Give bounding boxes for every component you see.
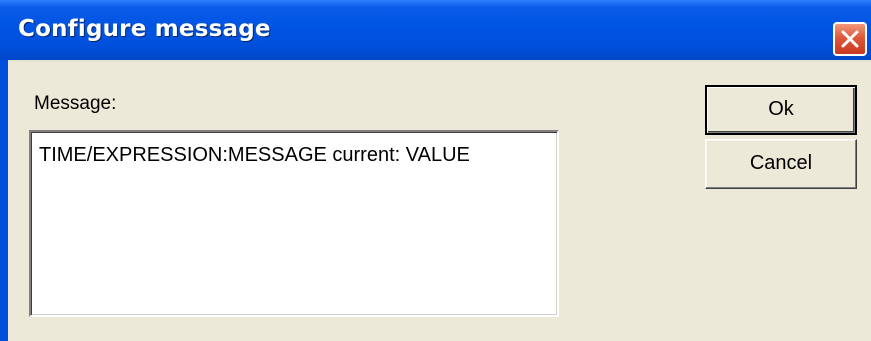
- title-bar[interactable]: Configure message: [0, 0, 871, 60]
- message-text[interactable]: TIME/EXPRESSION:MESSAGE current: VALUE: [39, 144, 470, 167]
- message-label: Message:: [34, 93, 117, 114]
- configure-message-dialog: Configure message Message: TIME/EXPRESSI…: [0, 0, 871, 341]
- close-icon: [841, 30, 859, 48]
- message-textarea[interactable]: TIME/EXPRESSION:MESSAGE current: VALUE: [29, 130, 559, 317]
- client-area-edge: [8, 60, 871, 62]
- ok-button[interactable]: Ok: [705, 85, 857, 135]
- cancel-button[interactable]: Cancel: [705, 139, 857, 189]
- window-left-frame: [0, 60, 8, 341]
- close-button[interactable]: [833, 22, 867, 56]
- window-title: Configure message: [18, 16, 271, 42]
